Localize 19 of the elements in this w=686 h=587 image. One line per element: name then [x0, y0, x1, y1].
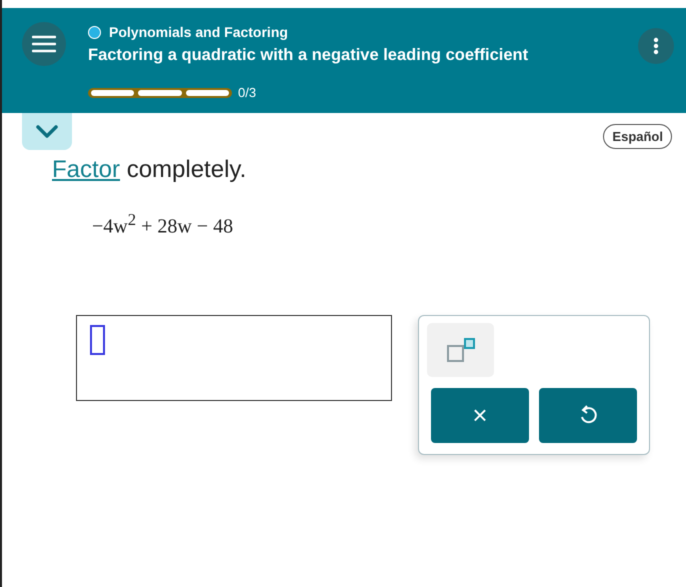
factor-link[interactable]: Factor — [52, 156, 120, 183]
topic-title: Polynomials and Factoring — [109, 24, 288, 40]
language-button[interactable]: Español — [603, 124, 672, 149]
undo-button[interactable] — [539, 388, 637, 443]
more-options-button[interactable] — [638, 28, 674, 64]
more-options-icon — [653, 37, 659, 55]
superscript-key[interactable] — [427, 322, 494, 377]
answer-input-field[interactable] — [90, 324, 105, 355]
clear-button[interactable]: × — [431, 388, 529, 443]
progress-count: 0/3 — [238, 85, 256, 100]
topic-dot-icon — [88, 26, 101, 38]
superscript-icon — [446, 336, 476, 363]
math-expression: −4w$^{2}$ + 28w − 48 — [92, 210, 234, 239]
lesson-title: Factoring a quadratic with a negative leading coefficient — [88, 46, 530, 65]
menu-button[interactable] — [22, 22, 66, 66]
question-text: Factor completely. — [52, 156, 248, 184]
menu-icon — [32, 35, 56, 53]
chevron-down-icon — [36, 125, 58, 138]
expand-button[interactable] — [22, 113, 72, 150]
